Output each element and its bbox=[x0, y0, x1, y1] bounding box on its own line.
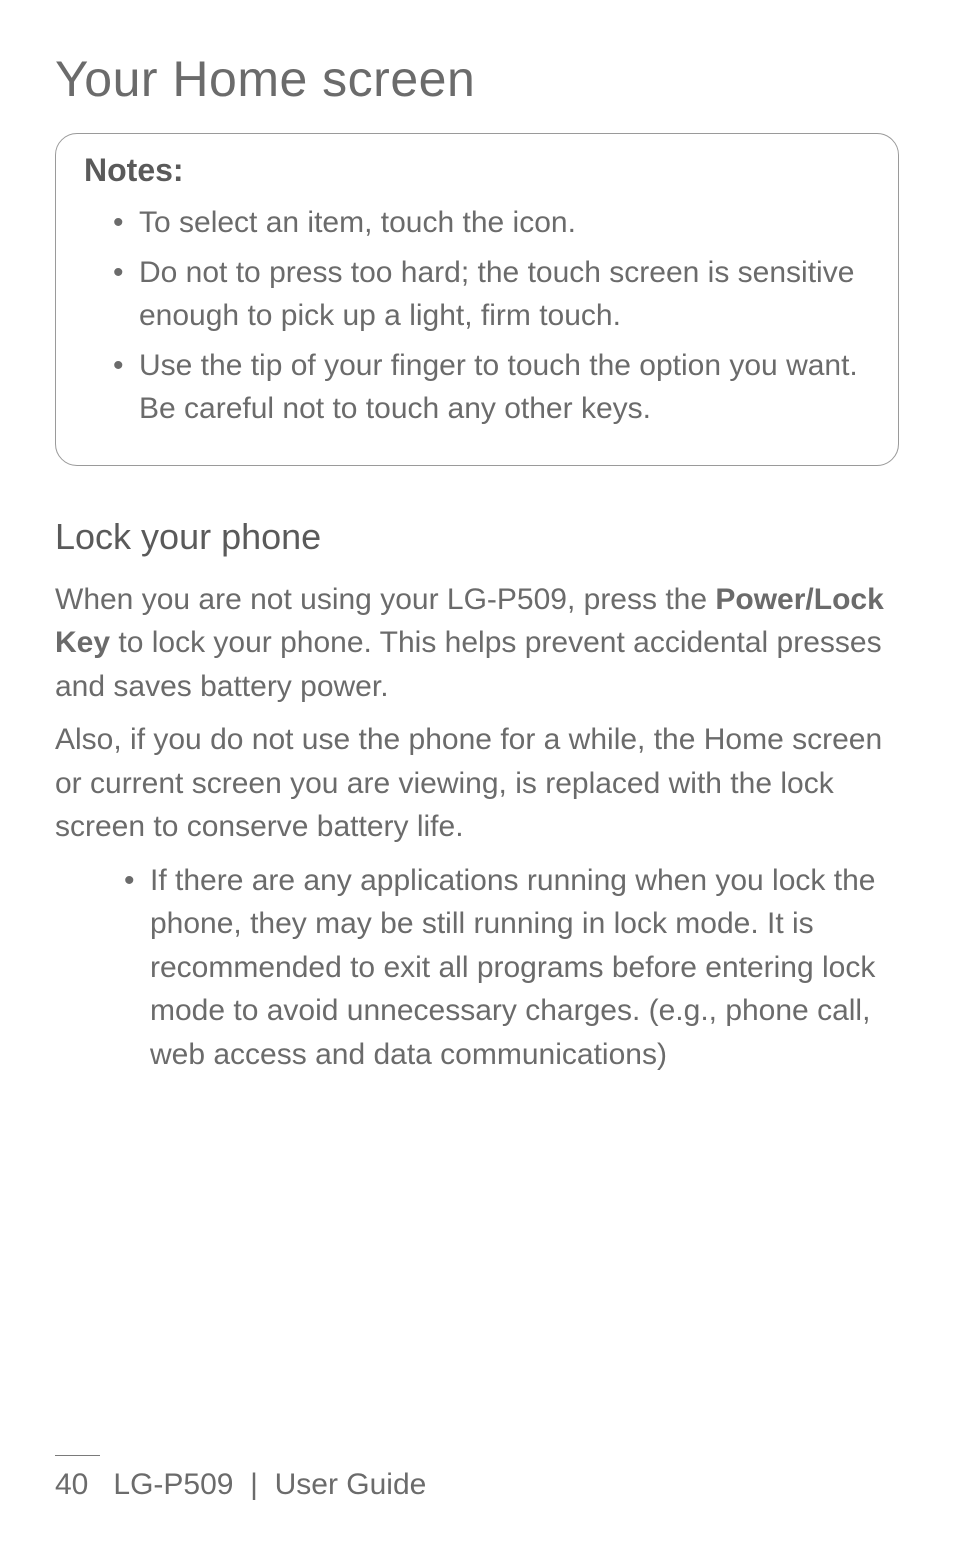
section-heading: Lock your phone bbox=[55, 516, 899, 558]
spacer bbox=[88, 1468, 113, 1501]
footer-rule bbox=[55, 1455, 100, 1457]
notes-heading: Notes: bbox=[84, 152, 870, 189]
notes-item: Use the tip of your finger to touch the … bbox=[139, 344, 870, 431]
guide-label: User Guide bbox=[275, 1468, 427, 1501]
text-run: to lock your phone. This helps prevent a… bbox=[55, 626, 882, 703]
text-run: When you are not using your LG-P509, pre… bbox=[55, 583, 715, 616]
separator: | bbox=[233, 1468, 274, 1501]
body-paragraph: When you are not using your LG-P509, pre… bbox=[55, 578, 899, 709]
footer-text: 40 LG-P509 | User Guide bbox=[55, 1468, 426, 1502]
model-label: LG-P509 bbox=[113, 1468, 233, 1501]
body-paragraph: Also, if you do not use the phone for a … bbox=[55, 718, 899, 849]
body-list: If there are any applications running wh… bbox=[55, 859, 899, 1077]
notes-item: Do not to press too hard; the touch scre… bbox=[139, 251, 870, 338]
list-item: If there are any applications running wh… bbox=[150, 859, 899, 1077]
notes-box: Notes: To select an item, touch the icon… bbox=[55, 133, 899, 466]
page-number: 40 bbox=[55, 1468, 88, 1501]
notes-list: To select an item, touch the icon. Do no… bbox=[84, 201, 870, 431]
page-footer: 40 LG-P509 | User Guide bbox=[55, 1455, 426, 1503]
notes-item: To select an item, touch the icon. bbox=[139, 201, 870, 245]
page-title: Your Home screen bbox=[55, 50, 899, 108]
